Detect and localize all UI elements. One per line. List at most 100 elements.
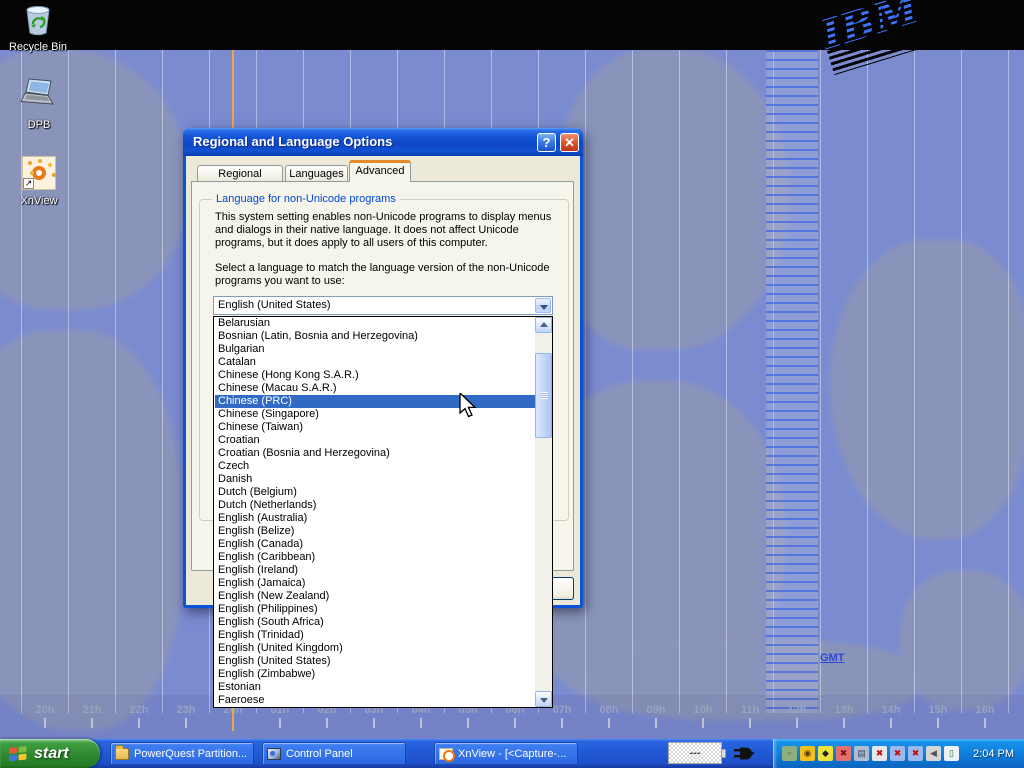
timezone-tick bbox=[608, 718, 610, 728]
wireless-disconnected-icon[interactable]: ✖ bbox=[908, 746, 923, 761]
warning-icon[interactable]: ◆ bbox=[818, 746, 833, 761]
scrollbar-thumb[interactable] bbox=[535, 353, 552, 438]
timezone-tick bbox=[561, 718, 563, 728]
timezone-tick bbox=[467, 718, 469, 728]
no-signal-icon[interactable]: ✖ bbox=[872, 746, 887, 761]
language-option[interactable]: Bosnian (Latin, Bosnia and Herzegovina) bbox=[215, 330, 535, 343]
tab-regional-options[interactable]: Regional Options bbox=[197, 165, 283, 182]
help-button[interactable]: ? bbox=[537, 133, 556, 152]
language-combobox[interactable]: English (United States) bbox=[213, 296, 553, 315]
hotplug-icon[interactable]: ▫ bbox=[782, 746, 797, 761]
meridian-line bbox=[914, 50, 915, 713]
taskbar-task-xnview[interactable]: XnView - [<Capture-... bbox=[434, 742, 578, 765]
battery-meter[interactable]: --- bbox=[668, 742, 722, 764]
meridian-line bbox=[820, 50, 821, 713]
apply-button-fragment[interactable] bbox=[553, 577, 574, 600]
combobox-value: English (United States) bbox=[218, 298, 331, 313]
timezone-label: 13h bbox=[824, 704, 864, 716]
taskbar-task-folder[interactable]: PowerQuest Partition... bbox=[110, 742, 254, 765]
language-option[interactable]: Croatian (Bosnia and Herzegovina) bbox=[215, 447, 535, 460]
meridian-line bbox=[1008, 50, 1009, 713]
timezone-label: 21h bbox=[72, 704, 112, 716]
folder-icon bbox=[115, 748, 129, 760]
combobox-dropdown-icon[interactable] bbox=[535, 298, 551, 313]
network-disconnected-icon[interactable]: ✖ bbox=[890, 746, 905, 761]
language-option[interactable]: Faeroese bbox=[215, 694, 535, 707]
language-option[interactable]: Chinese (Hong Kong S.A.R.) bbox=[215, 369, 535, 382]
phone-icon[interactable]: ◉ bbox=[800, 746, 815, 761]
control-panel-icon bbox=[267, 748, 281, 760]
timezone-tick bbox=[373, 718, 375, 728]
volume-icon[interactable]: ◀ bbox=[926, 746, 941, 761]
language-option[interactable]: English (Trinidad) bbox=[215, 629, 535, 642]
meridian-line bbox=[679, 50, 680, 713]
meridian-line bbox=[632, 50, 633, 713]
desktop-icon-label: Recycle Bin bbox=[8, 41, 68, 53]
scroll-up-icon[interactable] bbox=[535, 317, 552, 333]
close-button[interactable]: ✕ bbox=[560, 133, 579, 152]
language-option[interactable]: English (United States) bbox=[215, 655, 535, 668]
language-option[interactable]: Croatian bbox=[215, 434, 535, 447]
tab-advanced[interactable]: Advanced bbox=[349, 160, 411, 182]
meridian-line bbox=[961, 50, 962, 713]
display-settings-icon[interactable]: ▯ bbox=[944, 746, 959, 761]
timezone-label: 10h bbox=[683, 704, 723, 716]
desktop-screen: 20h21h22h23h24h01h02h03h04h05h06h07h08h0… bbox=[0, 0, 1024, 768]
scroll-down-icon[interactable] bbox=[535, 691, 552, 707]
language-option[interactable]: Bulgarian bbox=[215, 343, 535, 356]
language-option[interactable]: Estonian bbox=[215, 681, 535, 694]
meridian-line bbox=[585, 50, 586, 713]
language-option[interactable]: Dutch (Belgium) bbox=[215, 486, 535, 499]
task-label: PowerQuest Partition... bbox=[134, 748, 247, 760]
tab-languages[interactable]: Languages bbox=[285, 165, 348, 182]
language-option[interactable]: English (Jamaica) bbox=[215, 577, 535, 590]
meridian-line bbox=[867, 50, 868, 713]
language-option[interactable]: Chinese (Singapore) bbox=[215, 408, 535, 421]
task-label: Control Panel bbox=[286, 748, 353, 760]
timezone-tick bbox=[326, 718, 328, 728]
taskbar-clock[interactable]: 2:04 PM bbox=[973, 748, 1024, 760]
language-option[interactable]: English (Ireland) bbox=[215, 564, 535, 577]
users-alert-icon[interactable]: ✖ bbox=[836, 746, 851, 761]
network-computers-icon[interactable]: ▤ bbox=[854, 746, 869, 761]
timezone-label: 09h bbox=[636, 704, 676, 716]
language-option[interactable]: Belarusian bbox=[215, 317, 535, 330]
language-option[interactable]: Danish bbox=[215, 473, 535, 486]
timezone-tick bbox=[514, 718, 516, 728]
tray-icons: ▫◉◆✖▤✖✖✖◀▯ bbox=[782, 746, 959, 761]
meridian-line bbox=[21, 50, 22, 713]
language-option[interactable]: Chinese (Macau S.A.R.) bbox=[215, 382, 535, 395]
xnview-icon bbox=[439, 748, 453, 760]
language-option[interactable]: English (Caribbean) bbox=[215, 551, 535, 564]
language-option[interactable]: English (Canada) bbox=[215, 538, 535, 551]
language-option[interactable]: Czech bbox=[215, 460, 535, 473]
language-option[interactable]: English (Australia) bbox=[215, 512, 535, 525]
timezone-tick bbox=[984, 718, 986, 728]
desktop-icon-xnview[interactable]: ↗ XnView bbox=[9, 156, 69, 207]
task-label: XnView - [<Capture-... bbox=[458, 748, 566, 760]
meridian-line bbox=[68, 50, 69, 713]
desktop-icon-label: XnView bbox=[9, 195, 69, 207]
language-option[interactable]: English (United Kingdom) bbox=[215, 642, 535, 655]
language-option[interactable]: English (New Zealand) bbox=[215, 590, 535, 603]
language-option[interactable]: Dutch (Netherlands) bbox=[215, 499, 535, 512]
taskbar: start PowerQuest Partition... Control Pan… bbox=[0, 739, 1024, 768]
laptop-icon bbox=[18, 76, 60, 117]
taskbar-task-control-panel[interactable]: Control Panel bbox=[262, 742, 406, 765]
desktop-icon-dpb[interactable]: DPB bbox=[9, 76, 69, 131]
language-option[interactable]: Catalan bbox=[215, 356, 535, 369]
dialog-titlebar[interactable]: Regional and Language Options bbox=[183, 128, 583, 156]
power-plug-icon bbox=[734, 746, 754, 766]
language-option[interactable]: English (Belize) bbox=[215, 525, 535, 538]
language-option[interactable]: English (Philippines) bbox=[215, 603, 535, 616]
timezone-label: 22h bbox=[119, 704, 159, 716]
language-option[interactable]: Chinese (PRC) bbox=[215, 395, 535, 408]
list-scrollbar[interactable] bbox=[535, 317, 552, 707]
desktop-icon-recycle-bin[interactable]: Recycle Bin bbox=[8, 2, 68, 53]
meridian-line bbox=[115, 50, 116, 713]
language-option[interactable]: English (Zimbabwe) bbox=[215, 668, 535, 681]
map-landmass bbox=[560, 50, 790, 350]
language-option[interactable]: Chinese (Taiwan) bbox=[215, 421, 535, 434]
language-option[interactable]: English (South Africa) bbox=[215, 616, 535, 629]
start-button[interactable]: start bbox=[0, 739, 100, 768]
